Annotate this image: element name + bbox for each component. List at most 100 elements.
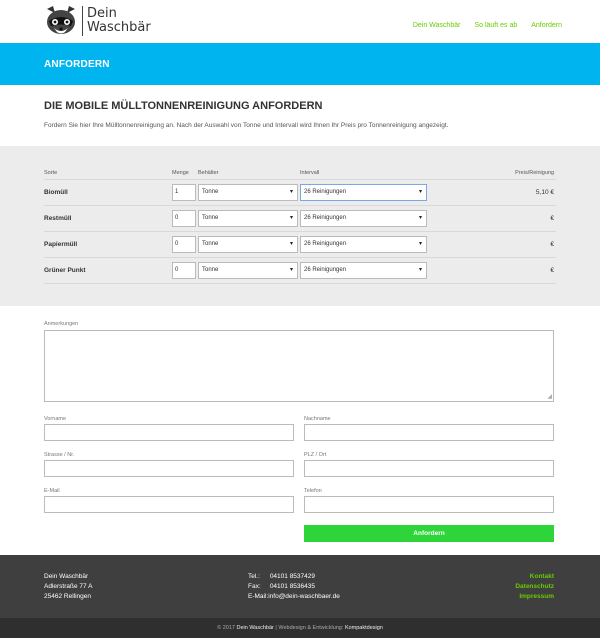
page-title: ANFORDERN xyxy=(44,59,110,70)
footer-tel-row: Tel.: 04101 8537429 xyxy=(248,572,340,582)
nachname-input[interactable] xyxy=(304,424,554,441)
agency-link[interactable]: Kompaktdesign xyxy=(345,625,383,631)
container-select-gruener-punkt[interactable]: Tonne ▾ xyxy=(198,262,298,279)
raccoon-logo-icon xyxy=(44,5,78,37)
col-head-intervall: Intervall xyxy=(300,170,320,176)
telefon-input[interactable] xyxy=(304,496,554,513)
chevron-down-icon: ▾ xyxy=(418,267,422,273)
footer-tel-label: Tel.: xyxy=(248,573,260,580)
qty-input-restmuell[interactable]: 0 xyxy=(172,210,196,227)
email-input[interactable] xyxy=(44,496,294,513)
logo-wordmark: Dein Waschbär xyxy=(87,7,151,35)
intro-heading: DIE MOBILE MÜLLTONNENREINIGUNG ANFORDERN xyxy=(44,100,323,112)
page-title-bar: ANFORDERN xyxy=(0,43,600,85)
logo-divider xyxy=(82,6,83,36)
chevron-down-icon: ▾ xyxy=(418,215,422,221)
site-footer: Dein Waschbär Adlerstraße 77 A 25462 Rel… xyxy=(0,555,600,618)
interval-value: 26 Reinigungen xyxy=(304,241,347,247)
vorname-input[interactable] xyxy=(44,424,294,441)
price-biomuell: 5,10 € xyxy=(535,189,554,196)
qty-input-gruener-punkt[interactable]: 0 xyxy=(172,262,196,279)
row-divider xyxy=(44,231,556,232)
nav-so-laeuft-es-ab[interactable]: So läuft es ab xyxy=(474,22,517,29)
footer-link-kontakt[interactable]: Kontakt xyxy=(515,572,554,582)
footer-link-datenschutz[interactable]: Datenschutz xyxy=(515,582,554,592)
row-label-restmuell: Restmüll xyxy=(44,215,72,222)
interval-select-restmuell[interactable]: 26 Reinigungen ▾ xyxy=(300,210,427,227)
chevron-down-icon: ▾ xyxy=(289,215,293,221)
container-value: Tonne xyxy=(202,267,219,273)
logo-line-2: Waschbär xyxy=(87,20,151,35)
container-select-biomuell[interactable]: Tonne ▾ xyxy=(198,184,298,201)
price-gruener-punkt: € xyxy=(550,267,554,274)
intro-text: Fordern Sie hier Ihre Mülltonnenreinigun… xyxy=(44,122,449,129)
qty-input-biomuell[interactable]: 1 xyxy=(172,184,196,201)
footer-links: Kontakt Datenschutz Impressum xyxy=(515,572,554,602)
container-select-papiermuell[interactable]: Tonne ▾ xyxy=(198,236,298,253)
col-head-sorte: Sorte xyxy=(44,170,58,176)
email-label: E-Mail xyxy=(44,488,60,494)
container-value: Tonne xyxy=(202,215,219,221)
site-header: Dein Waschbär Dein Waschbär So läuft es … xyxy=(0,0,600,43)
row-label-biomuell: Biomüll xyxy=(44,189,68,196)
footer-street: Adlerstraße 77 A xyxy=(44,583,93,590)
price-papiermuell: € xyxy=(550,241,554,248)
interval-value: 26 Reinigungen xyxy=(304,189,347,195)
row-divider xyxy=(44,205,556,206)
footer-city: 25462 Rellingen xyxy=(44,593,91,600)
chevron-down-icon: ▾ xyxy=(289,241,293,247)
anfordern-submit-button[interactable]: Anfordern xyxy=(304,525,554,542)
footer-contact: Tel.: 04101 8537429 Fax: 04101 8536435 E… xyxy=(248,572,340,602)
chevron-down-icon: ▾ xyxy=(289,189,293,195)
footer-tel[interactable]: 04101 8537429 xyxy=(270,573,315,580)
nav-anfordern[interactable]: Anfordern xyxy=(531,22,562,29)
strasse-label: Strasse / Nr. xyxy=(44,452,75,458)
footer-fax: 04101 8536435 xyxy=(269,583,315,590)
copyright-text: © 2017 Dein Waschbär | Webdesign & Entwi… xyxy=(0,618,600,638)
plz-label: PLZ / Ort xyxy=(304,452,327,458)
qty-input-papiermuell[interactable]: 0 xyxy=(172,236,196,253)
footer-email[interactable]: E-Mail:info@dein-waschbaer.de xyxy=(248,592,340,602)
footer-fax-label: Fax: xyxy=(248,583,261,590)
logo[interactable]: Dein Waschbär xyxy=(44,5,151,37)
strasse-input[interactable] xyxy=(44,460,294,477)
telefon-label: Telefon xyxy=(304,488,322,494)
price-restmuell: € xyxy=(550,215,554,222)
row-label-papiermuell: Papiermüll xyxy=(44,241,78,248)
interval-value: 26 Reinigungen xyxy=(304,215,347,221)
anmerkungen-label: Anmerkungen xyxy=(44,321,79,327)
footer-fax-row: Fax: 04101 8536435 xyxy=(248,582,340,592)
chevron-down-icon: ▾ xyxy=(418,241,422,247)
container-value: Tonne xyxy=(202,189,219,195)
chevron-down-icon: ▾ xyxy=(418,189,422,195)
col-head-behaelter: Behälter xyxy=(198,170,219,176)
main-nav: Dein Waschbär So läuft es ab Anfordern xyxy=(413,22,562,29)
copyright-bar: © 2017 Dein Waschbär | Webdesign & Entwi… xyxy=(0,618,600,638)
interval-select-gruener-punkt[interactable]: 26 Reinigungen ▾ xyxy=(300,262,427,279)
row-label-gruener-punkt: Grüner Punkt xyxy=(44,267,86,274)
nachname-label: Nachname xyxy=(304,416,331,422)
header-divider xyxy=(44,179,556,180)
container-select-restmuell[interactable]: Tonne ▾ xyxy=(198,210,298,227)
interval-select-papiermuell[interactable]: 26 Reinigungen ▾ xyxy=(300,236,427,253)
footer-link-impressum[interactable]: Impressum xyxy=(515,592,554,602)
col-head-preis: Preis/Reinigung xyxy=(515,170,554,176)
nav-dein-waschbaer[interactable]: Dein Waschbär xyxy=(413,22,461,29)
col-head-menge: Menge xyxy=(172,170,189,176)
plz-input[interactable] xyxy=(304,460,554,477)
copyright-mid: | Webdesign & Entwicklung: xyxy=(275,625,344,631)
logo-line-1: Dein xyxy=(87,6,117,21)
order-table: Sorte Menge Behälter Intervall Preis/Rei… xyxy=(0,146,600,306)
copyright-brand-link[interactable]: Dein Waschbär xyxy=(236,625,273,631)
row-divider xyxy=(44,257,556,258)
chevron-down-icon: ▾ xyxy=(289,267,293,273)
vorname-label: Vorname xyxy=(44,416,67,422)
container-value: Tonne xyxy=(202,241,219,247)
resize-grip-icon[interactable]: ◢ xyxy=(547,394,552,400)
copyright-year: © 2017 xyxy=(217,625,235,631)
row-divider xyxy=(44,283,556,284)
footer-company: Dein Waschbär xyxy=(44,573,89,580)
interval-value: 26 Reinigungen xyxy=(304,267,347,273)
anmerkungen-textarea[interactable]: ◢ xyxy=(44,330,554,402)
interval-select-biomuell[interactable]: 26 Reinigungen ▾ xyxy=(300,184,427,201)
